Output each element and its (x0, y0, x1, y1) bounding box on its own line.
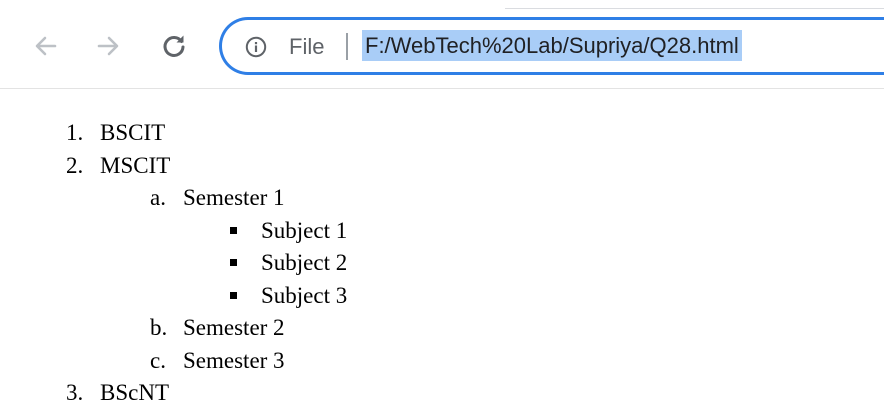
nested-list-container: a. Semester 1 Subject 1 Subject 2 Subject… (0, 182, 347, 377)
arrow-right-icon (97, 36, 119, 56)
course-list: 1. BSCIT 2. MSCIT a. Semester 1 Subject 1 S… (0, 117, 347, 410)
list-item: Subject 3 (0, 280, 347, 313)
url-text[interactable]: F:/WebTech%20Lab/Supriya/Q28.html (362, 30, 742, 61)
list-item-label: BSCIT (100, 120, 166, 145)
list-marker: c. (150, 347, 166, 373)
list-item: 3. BScNT (0, 377, 347, 410)
info-icon[interactable] (245, 36, 267, 58)
list-item: 1. BSCIT (0, 117, 347, 150)
list-item: 2. MSCIT (0, 150, 347, 183)
nested-list-container: Subject 1 Subject 2 Subject 3 (0, 215, 347, 313)
list-marker: b. (150, 315, 168, 340)
list-item: Subject 2 (0, 247, 347, 280)
arrow-left-icon (35, 36, 57, 56)
back-button[interactable] (28, 28, 64, 64)
url-scheme-label: File (289, 34, 325, 59)
list-item-label: Subject 1 (261, 217, 348, 243)
square-bullet-icon (230, 226, 237, 234)
list-item: c. Semester 3 (0, 345, 347, 378)
list-marker: 2. (66, 152, 84, 178)
reload-icon (163, 35, 185, 57)
list-item-label: BScNT (100, 380, 169, 405)
list-marker: 3. (66, 380, 84, 405)
square-bullet-icon (230, 291, 237, 299)
omnibox-divider (346, 33, 348, 60)
tab-strip-edge (505, 0, 884, 9)
page-content: 1. BSCIT 2. MSCIT a. Semester 1 Subject 1 S… (0, 117, 347, 410)
list-item-label: Semester 1 (183, 185, 285, 210)
semester-list: a. Semester 1 Subject 1 Subject 2 Subject… (0, 182, 347, 377)
list-item-label: Semester 2 (183, 315, 285, 340)
list-item-label: MSCIT (100, 152, 171, 178)
list-item: a. Semester 1 (0, 182, 347, 215)
list-item-label: Semester 3 (183, 347, 285, 373)
browser-toolbar: File F:/WebTech%20Lab/Supriya/Q28.html (0, 0, 884, 89)
square-bullet-icon (230, 259, 237, 267)
list-item: b. Semester 2 (0, 312, 347, 345)
list-item-label: Subject 2 (261, 250, 348, 275)
list-marker: 1. (66, 120, 84, 145)
forward-button[interactable] (90, 28, 126, 64)
subject-list: Subject 1 Subject 2 Subject 3 (0, 215, 347, 313)
list-marker: a. (150, 185, 166, 210)
list-item: Subject 1 (0, 215, 347, 248)
reload-button[interactable] (156, 28, 192, 64)
address-bar[interactable]: File F:/WebTech%20Lab/Supriya/Q28.html (219, 17, 884, 75)
list-item-label: Subject 3 (261, 282, 348, 308)
